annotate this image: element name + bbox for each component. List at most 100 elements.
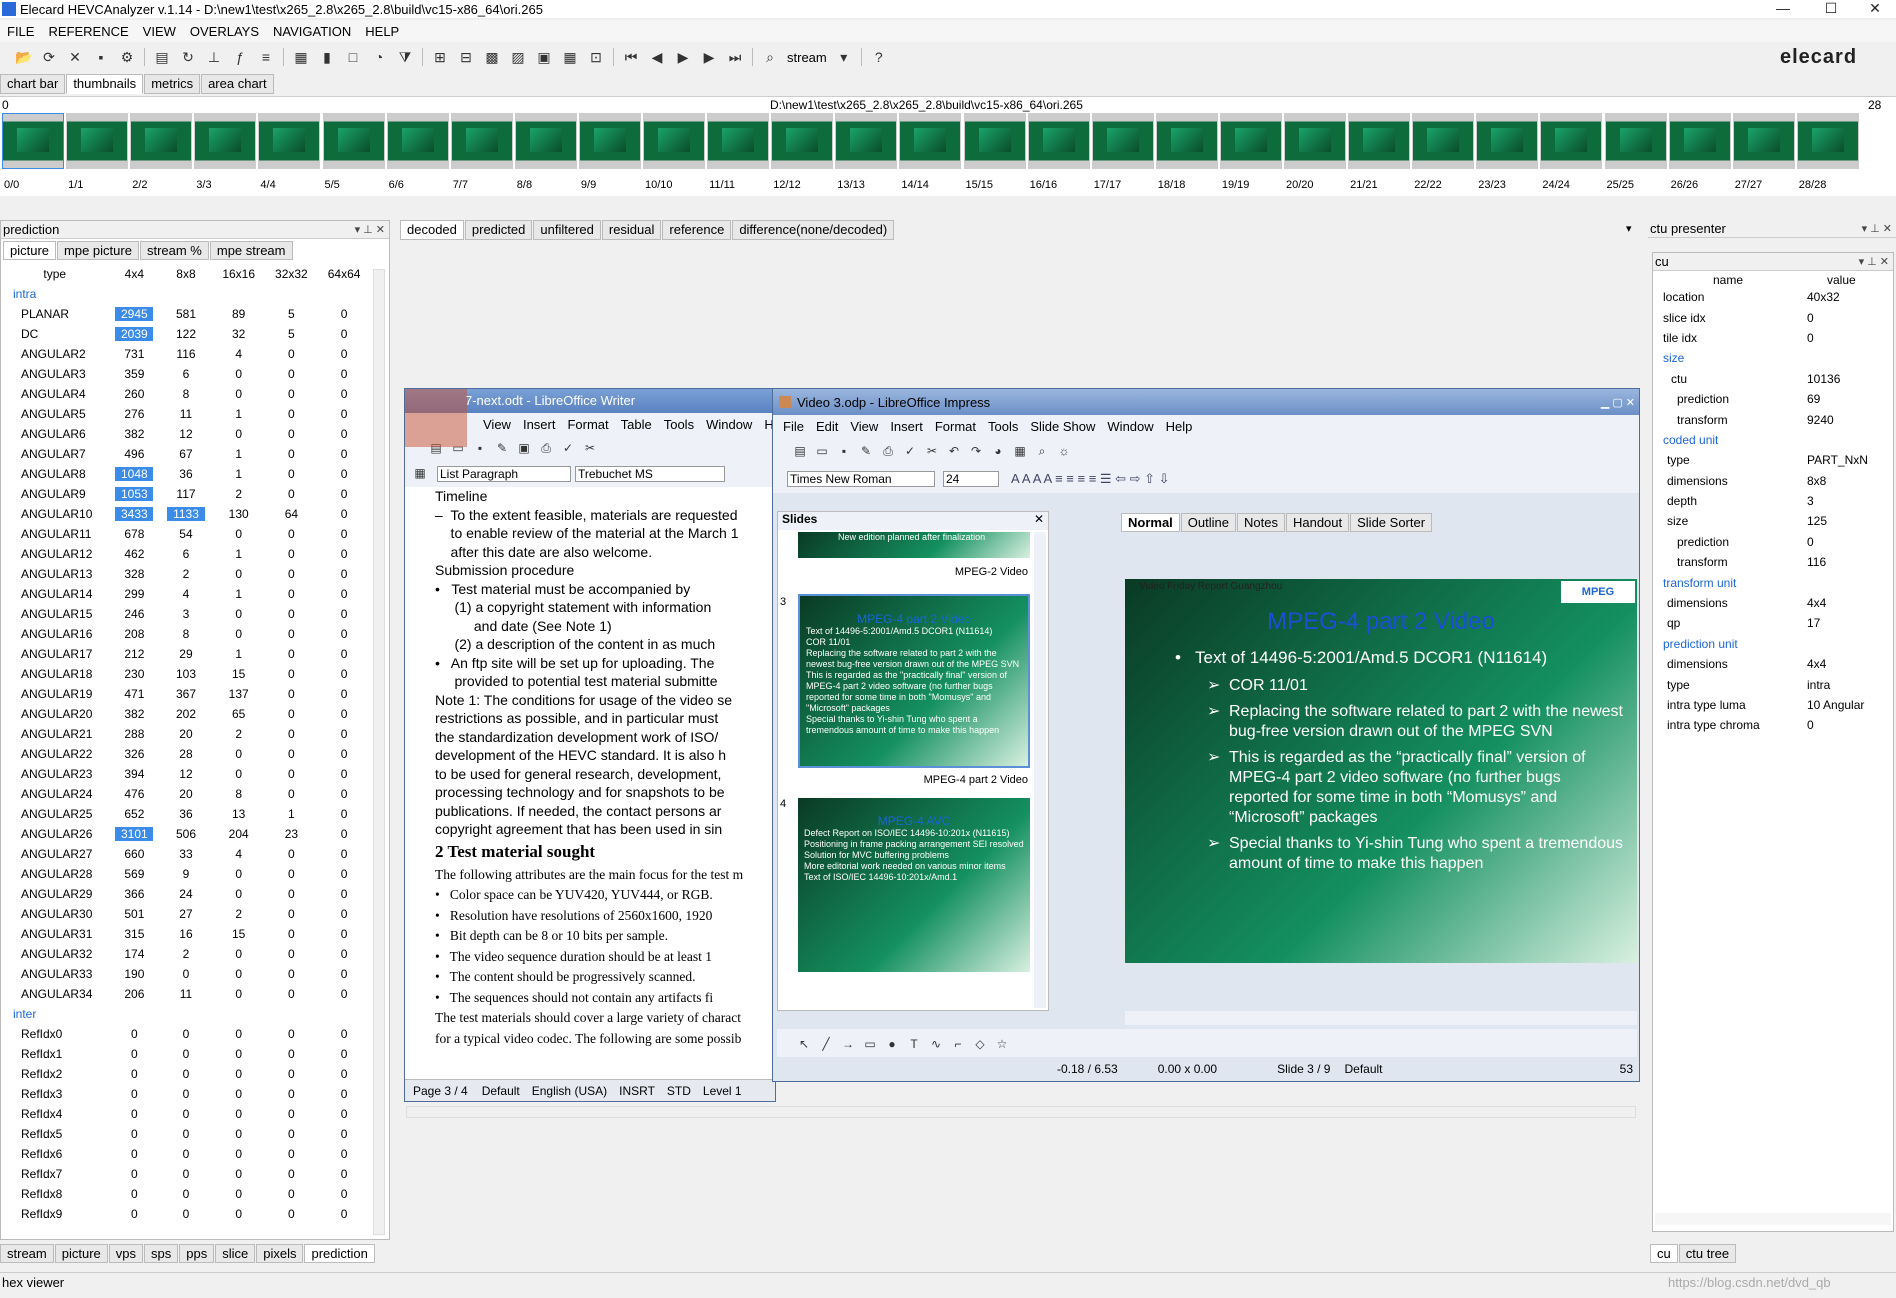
impress-window-controls-icon[interactable]: ▁ ▢ ✕ xyxy=(1601,396,1635,409)
table-row[interactable]: ANGULAR25 652 36 13 1 0 xyxy=(1,804,371,824)
impress-menu-insert[interactable]: Insert xyxy=(884,419,929,434)
thumbnail-frame[interactable] xyxy=(66,113,129,169)
prev-frame-icon[interactable]: ◀ xyxy=(649,49,665,65)
table-row[interactable]: ANGULAR2 731 116 4 0 0 xyxy=(1,344,371,364)
menu-reference[interactable]: REFERENCE xyxy=(41,24,135,39)
impress-menu-help[interactable]: Help xyxy=(1160,419,1199,434)
tab-metrics[interactable]: metrics xyxy=(144,74,201,94)
thumbnail-frame[interactable] xyxy=(963,113,1026,169)
thumbnail-frame[interactable] xyxy=(450,113,513,169)
chevron-down-icon[interactable]: ▾ xyxy=(836,49,852,65)
search-icon[interactable]: ⌕ xyxy=(762,49,778,65)
tab-slide-sorter[interactable]: Slide Sorter xyxy=(1350,513,1433,532)
ctu-row[interactable]: slice idx 0 xyxy=(1653,307,1883,327)
category-row[interactable]: inter xyxy=(1,1004,371,1024)
table-row[interactable]: ANGULAR32 174 2 0 0 0 xyxy=(1,944,371,964)
table-row[interactable]: ANGULAR33 190 0 0 0 0 xyxy=(1,964,371,984)
ctu-row[interactable]: intra type chroma 0 xyxy=(1653,715,1883,735)
blocks2-icon[interactable]: ▨ xyxy=(510,49,526,65)
table-row[interactable]: RefIdx5 0 0 0 0 0 xyxy=(1,1124,371,1144)
line-icon[interactable]: ╱ xyxy=(818,1030,834,1051)
tab-thumbnails[interactable]: thumbnails xyxy=(66,74,144,94)
impress-menu-window[interactable]: Window xyxy=(1101,419,1159,434)
tab-stream[interactable]: stream xyxy=(0,1244,54,1263)
pin-icon[interactable]: ⊥ xyxy=(206,49,222,65)
table-row[interactable]: ANGULAR30 501 27 2 0 0 xyxy=(1,904,371,924)
first-frame-icon[interactable]: ⏮ xyxy=(623,49,639,65)
tab-vps[interactable]: vps xyxy=(108,1244,143,1263)
blocks3-icon[interactable]: ▣ xyxy=(536,49,552,65)
slide-thumb-3[interactable]: MPEG-4 part 2 Video Text of 14496-5:2001… xyxy=(798,594,1030,768)
table-row[interactable]: ANGULAR26 3101 506 204 23 0 xyxy=(1,824,371,844)
table-row[interactable]: PLANAR 2945 581 89 5 0 xyxy=(1,304,371,324)
connector-icon[interactable]: ⌐ xyxy=(950,1030,966,1051)
table-row[interactable]: ANGULAR10 3433 1133 130 64 0 xyxy=(1,504,371,524)
ctu-row[interactable]: ctu 10136 xyxy=(1653,369,1883,389)
tab-mpe-picture[interactable]: mpe picture xyxy=(57,241,139,260)
table-row[interactable]: RefIdx4 0 0 0 0 0 xyxy=(1,1104,371,1124)
thumbnail-frame[interactable] xyxy=(1027,113,1090,169)
menu-file[interactable]: FILE xyxy=(0,24,41,39)
ctu-row[interactable]: size xyxy=(1653,348,1883,368)
tab-sps[interactable]: sps xyxy=(144,1244,179,1263)
prediction-scrollbar[interactable] xyxy=(373,269,385,1235)
star-icon[interactable]: ☆ xyxy=(994,1030,1010,1051)
ctu-row[interactable]: location 40x32 xyxy=(1653,287,1883,307)
open-icon[interactable]: 📂 xyxy=(15,49,32,65)
tab-prediction[interactable]: prediction xyxy=(304,1244,375,1263)
text-icon[interactable]: T xyxy=(906,1030,922,1051)
close-file-icon[interactable]: ✕ xyxy=(67,49,83,65)
table-row[interactable]: ANGULAR14 299 4 1 0 0 xyxy=(1,584,371,604)
ctu-row[interactable]: dimensions 4x4 xyxy=(1653,593,1883,613)
menu-view[interactable]: VIEW xyxy=(136,24,183,39)
writer-menu-view[interactable]: View xyxy=(477,417,517,432)
thumbnail-frame[interactable] xyxy=(1668,113,1731,169)
main-slide[interactable]: Video Friday Report Guangzhou MPEG MPEG-… xyxy=(1125,579,1637,963)
bar-chart-icon[interactable]: ▮ xyxy=(319,49,335,65)
overlay2-icon[interactable]: ⊟ xyxy=(458,49,474,65)
thumbnail-frame[interactable] xyxy=(835,113,898,169)
slide-thumb-2[interactable]: New edition planned after finalization xyxy=(798,532,1030,558)
ctu-row[interactable]: prediction 0 xyxy=(1653,532,1883,552)
inter-category[interactable]: inter xyxy=(1,1004,371,1024)
menu-navigation[interactable]: NAVIGATION xyxy=(266,24,358,39)
ctu-row[interactable]: transform unit xyxy=(1653,572,1883,592)
tab-picture[interactable]: picture xyxy=(3,241,57,260)
new-icon[interactable]: ▤ xyxy=(792,437,808,458)
undo-icon[interactable]: ↶ xyxy=(946,437,962,458)
redo-icon[interactable]: ↷ xyxy=(968,437,984,458)
table-row[interactable]: ANGULAR3 359 6 0 0 0 xyxy=(1,364,371,384)
select-icon[interactable]: ↖ xyxy=(796,1030,812,1051)
settings-icon[interactable]: ⚙ xyxy=(119,49,135,65)
cu-controls-icon[interactable]: ▾ ⊥ ✕ xyxy=(1859,255,1889,268)
impress-font-select[interactable]: Times New Roman xyxy=(787,471,935,487)
thumbnail-frame[interactable] xyxy=(643,113,705,169)
tab-notes[interactable]: Notes xyxy=(1237,513,1285,532)
table-row[interactable]: ANGULAR5 276 11 1 0 0 xyxy=(1,404,371,424)
thumbnail-frame[interactable] xyxy=(1284,113,1346,169)
panel-controls-icon[interactable]: ▾ ⊥ ✕ xyxy=(355,223,385,236)
menu-help[interactable]: HELP xyxy=(358,24,406,39)
diamond-icon[interactable]: ◇ xyxy=(972,1030,988,1051)
tab-picture-bottom[interactable]: picture xyxy=(54,1244,108,1263)
ctu-row[interactable]: transform 9240 xyxy=(1653,409,1883,429)
print-icon[interactable]: ⎙ xyxy=(538,435,554,455)
overlay-icon[interactable]: ⊞ xyxy=(432,49,448,65)
table-row[interactable]: ANGULAR16 208 8 0 0 0 xyxy=(1,624,371,644)
slides-scrollbar[interactable] xyxy=(1034,532,1046,1008)
function-icon[interactable]: ƒ xyxy=(232,49,248,65)
ctu-row[interactable]: qp 17 xyxy=(1653,613,1883,633)
thumbnail-frame[interactable] xyxy=(1796,113,1859,169)
table-row[interactable]: ANGULAR21 288 20 2 0 0 xyxy=(1,724,371,744)
table-row[interactable]: ANGULAR11 678 54 0 0 0 xyxy=(1,524,371,544)
ctu-row[interactable]: transform 116 xyxy=(1653,552,1883,572)
thumbnail-frame[interactable] xyxy=(707,113,770,169)
last-frame-icon[interactable]: ⏭ xyxy=(727,49,743,65)
table-row[interactable]: RefIdx7 0 0 0 0 0 xyxy=(1,1164,371,1184)
blocks-icon[interactable]: ▩ xyxy=(484,49,500,65)
thumbnail-frame[interactable] xyxy=(258,113,321,169)
impress-menu-slideshow[interactable]: Slide Show xyxy=(1024,419,1101,434)
table-row[interactable]: ANGULAR13 328 2 0 0 0 xyxy=(1,564,371,584)
table-row[interactable]: ANGULAR6 382 12 0 0 0 xyxy=(1,424,371,444)
tab-residual[interactable]: residual xyxy=(601,220,662,240)
